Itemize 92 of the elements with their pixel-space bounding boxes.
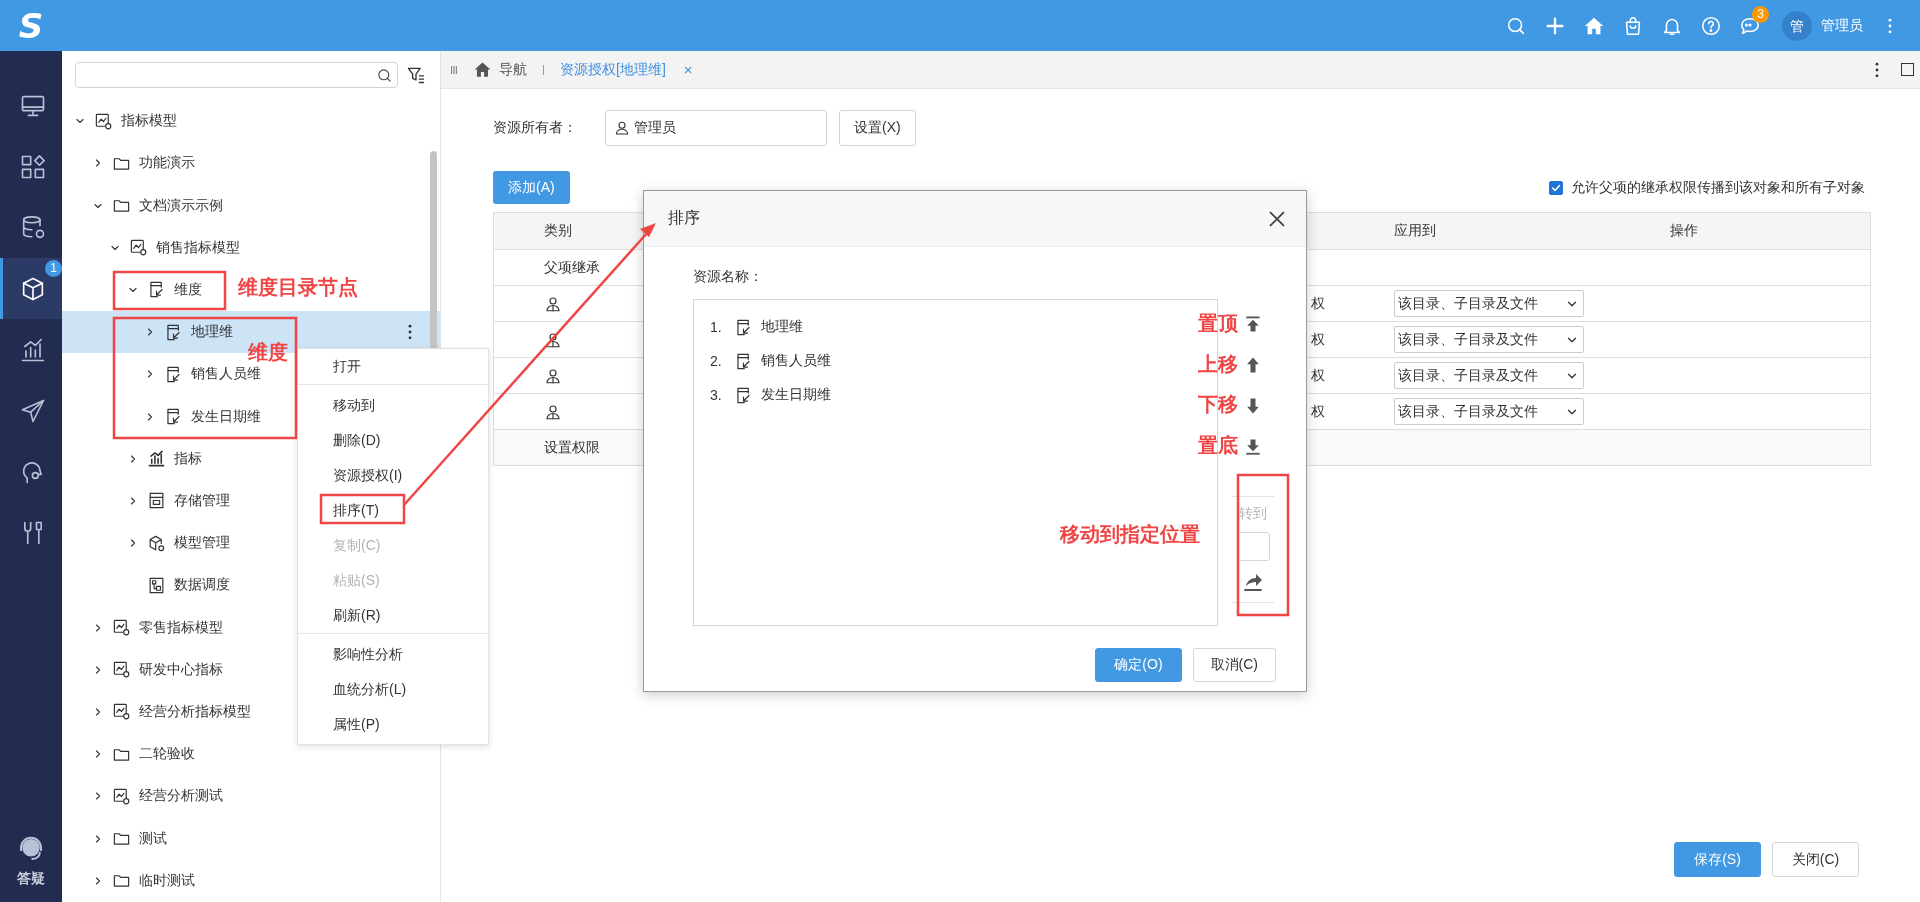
- tree-item[interactable]: 研发中心指标: [91, 660, 223, 680]
- tree-item[interactable]: 文档演示示例: [91, 196, 223, 215]
- user-icon: [544, 366, 562, 385]
- tree-item[interactable]: 临时测试: [91, 871, 195, 891]
- tab[interactable]: 导航: [469, 60, 531, 79]
- tree-item[interactable]: 功能演示: [91, 153, 195, 173]
- apply-to-dropdown[interactable]: 该目录、子目录及文件: [1393, 398, 1584, 425]
- apply-to-dropdown[interactable]: 该目录、子目录及文件: [1393, 290, 1584, 317]
- owner-field[interactable]: 管理员: [605, 110, 827, 146]
- model-icon: [111, 786, 131, 806]
- set-owner-button[interactable]: 设置(X): [839, 110, 916, 146]
- user-icon: [544, 402, 562, 421]
- annotation-label: 上移: [1198, 353, 1238, 375]
- tree-item[interactable]: 存储管理: [126, 491, 230, 511]
- app-logo: S: [17, 5, 45, 46]
- model-icon: [111, 702, 131, 722]
- table-cell: 权: [1310, 294, 1325, 311]
- apply-to-dropdown[interactable]: 该目录、子目录及文件: [1393, 362, 1584, 389]
- tree-item[interactable]: 销售指标模型: [109, 238, 240, 258]
- menu-item[interactable]: 影响性分析: [298, 637, 488, 672]
- list-item[interactable]: 2. 销售人员维: [694, 344, 831, 378]
- dimension-icon: [734, 351, 753, 371]
- metrics-icon: [146, 449, 166, 469]
- model-icon: [129, 238, 148, 258]
- notification-badge: 3: [1752, 5, 1769, 23]
- checkbox[interactable]: [1549, 180, 1563, 195]
- menu-item[interactable]: 血统分析(L): [298, 672, 488, 707]
- tree-item[interactable]: 二轮验收: [91, 744, 195, 764]
- table-cell: 父项继承: [544, 258, 600, 275]
- annotation-label: 置底: [1198, 434, 1238, 456]
- home-icon: [473, 60, 492, 79]
- list-item[interactable]: 3. 发生日期维: [694, 378, 831, 412]
- close-button[interactable]: 关闭(C): [1772, 842, 1859, 877]
- menu-item[interactable]: 资源授权(I): [298, 458, 488, 493]
- menu-item[interactable]: 打开: [298, 349, 488, 385]
- table-cell: 权: [1310, 402, 1325, 419]
- menu-item[interactable]: 属性(P): [298, 707, 488, 742]
- user-icon: [544, 330, 562, 349]
- user-avatar[interactable]: 管: [1782, 10, 1812, 41]
- field-label: 资源名称：: [693, 268, 764, 286]
- menu-item[interactable]: 排序(T): [298, 493, 488, 528]
- search-field[interactable]: [75, 62, 398, 88]
- help-icon[interactable]: [1700, 14, 1722, 37]
- dialog-title: 排序: [668, 208, 700, 228]
- menu-item[interactable]: 移动到: [298, 388, 488, 423]
- search-icon: [376, 66, 393, 84]
- apply-to-dropdown[interactable]: 该目录、子目录及文件: [1393, 326, 1584, 353]
- tree-item[interactable]: 测试: [91, 829, 167, 849]
- annotation-label: 下移: [1198, 393, 1238, 415]
- menu-item[interactable]: 刷新(R): [298, 598, 488, 634]
- model-icon: [111, 660, 131, 680]
- annotation-label: 维度: [248, 341, 288, 363]
- dimension-icon: [164, 322, 183, 342]
- tree-item[interactable]: 模型管理: [126, 533, 230, 553]
- table-cell: 权: [1310, 330, 1325, 347]
- user-icon: [544, 294, 562, 313]
- tree-item[interactable]: 零售指标模型: [91, 618, 223, 638]
- annotation-label: 置顶: [1198, 312, 1238, 334]
- column-header: 应用到: [1393, 222, 1436, 238]
- tree-item[interactable]: 维度: [126, 280, 202, 300]
- count-badge: 1: [45, 260, 62, 277]
- tree-item[interactable]: 指标: [126, 449, 202, 469]
- dimension-icon: [734, 317, 753, 337]
- model-icon: [94, 111, 113, 131]
- list-item[interactable]: 1. 地理维: [694, 310, 803, 344]
- column-header: 操作: [1669, 222, 1698, 238]
- tree-item[interactable]: 地理维: [144, 322, 233, 342]
- checkbox-label: 允许父项的继承权限传播到该对象和所有子对象: [1571, 178, 1865, 197]
- tree-item[interactable]: 发生日期维: [144, 407, 261, 426]
- model-icon: [111, 618, 131, 638]
- table-cell: 权: [1310, 366, 1325, 383]
- dimension-icon: [734, 385, 753, 405]
- help-label[interactable]: 答疑: [17, 870, 45, 888]
- column-header: 类别: [544, 222, 572, 238]
- annotation-label: 维度目录节点: [238, 276, 358, 298]
- filter-icon[interactable]: [406, 65, 426, 85]
- owner-label: 资源所有者：: [493, 119, 578, 137]
- dimension-icon: [164, 364, 183, 384]
- tree-item[interactable]: 数据调度: [126, 575, 230, 595]
- annotation-label: 移动到指定位置: [1060, 523, 1200, 545]
- goto-label: 转到: [1239, 505, 1267, 523]
- tree-item[interactable]: 指标模型: [74, 111, 177, 131]
- maximize-icon[interactable]: [1901, 63, 1914, 76]
- cancel-button[interactable]: 取消(C): [1192, 648, 1276, 682]
- dimension-icon: [164, 407, 183, 426]
- menu-item[interactable]: 删除(D): [298, 423, 488, 458]
- position-input[interactable]: [1236, 532, 1270, 561]
- user-icon: [614, 120, 630, 136]
- table-cell: 设置权限: [544, 438, 600, 455]
- tree-item[interactable]: 经营分析测试: [91, 786, 223, 806]
- tree-item[interactable]: 经营分析指标模型: [91, 702, 251, 722]
- tree-item[interactable]: 销售人员维: [144, 364, 261, 384]
